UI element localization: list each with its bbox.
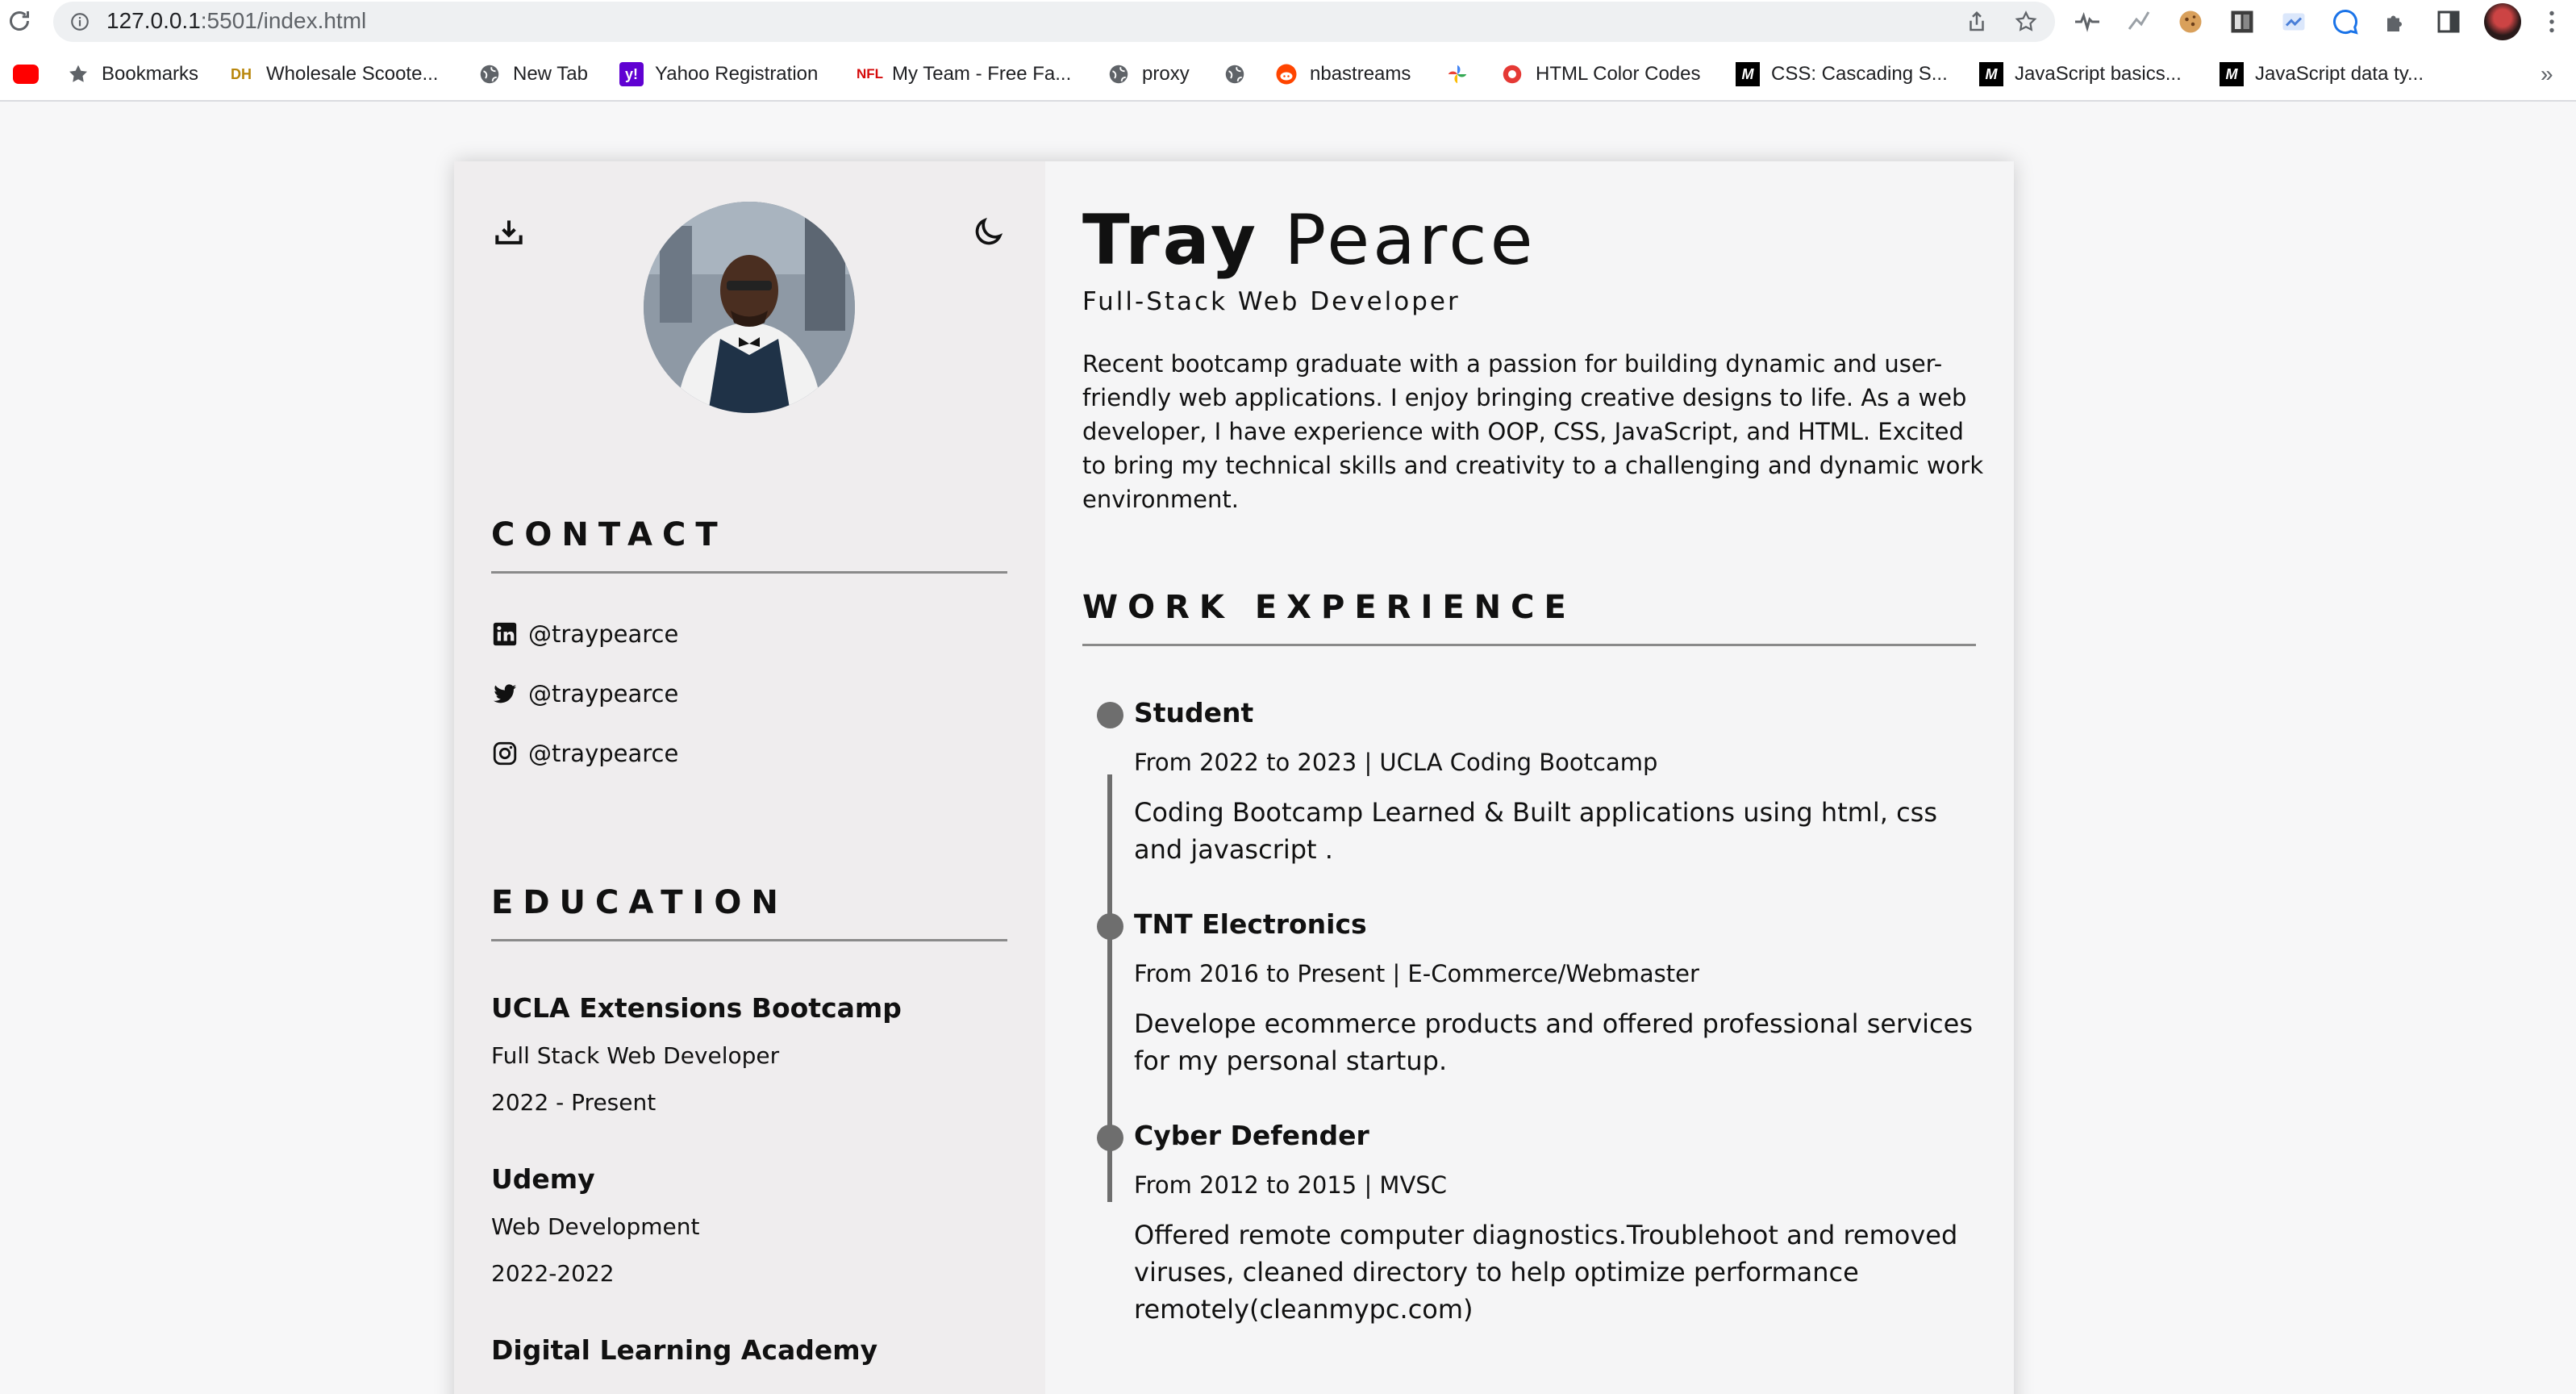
- education-dates: 2022 - Present: [491, 1089, 657, 1116]
- twitter-handle: @traypearce: [528, 680, 679, 707]
- bookmark-pinwheel[interactable]: [1445, 58, 1481, 90]
- browser-toolbar: 127.0.0.1:5501/index.html: [0, 0, 2576, 44]
- education-program: Full Stack Web Developer: [491, 1042, 780, 1069]
- education-school: Udemy: [491, 1163, 595, 1195]
- avatar: [644, 202, 855, 413]
- timeline-dot: [1097, 702, 1123, 728]
- url-text[interactable]: 127.0.0.1:5501/index.html: [106, 8, 366, 34]
- nfl-icon: NFL: [857, 66, 884, 81]
- bookmark-nbastreams[interactable]: nbastreams: [1274, 58, 1411, 90]
- job-meta: From 2016 to Present | E-Commerce/Webmas…: [1134, 960, 1699, 987]
- job-title: Student: [1134, 697, 1254, 728]
- bookmark-css-mdn[interactable]: M CSS: Cascading S...: [1736, 58, 1948, 90]
- bookmark-globe[interactable]: [1223, 58, 1258, 90]
- bookmark-wholesale-scooters[interactable]: DH Wholesale Scoote...: [231, 58, 438, 90]
- first-name: Tray: [1082, 200, 1260, 281]
- linkedin-icon: [493, 622, 517, 646]
- bookmarks-bar: Bookmarks DH Wholesale Scoote... New Tab…: [0, 44, 2576, 102]
- contact-instagram[interactable]: @traypearce: [491, 736, 678, 771]
- sidebar: CONTACT @traypearce @traypearce @traypea…: [454, 161, 1045, 1394]
- reddit-icon: [1276, 64, 1297, 85]
- bookmark-proxy[interactable]: proxy: [1107, 58, 1190, 90]
- education-dates: 2022-2022: [491, 1260, 615, 1287]
- timeline-dot: [1097, 913, 1123, 940]
- instagram-handle: @traypearce: [528, 740, 679, 767]
- globe-icon: [1225, 65, 1244, 84]
- contact-linkedin[interactable]: @traypearce: [491, 616, 678, 652]
- education-program: Web Development: [491, 1213, 700, 1240]
- star-icon: [69, 65, 87, 82]
- job-title: TNT Electronics: [1134, 908, 1367, 940]
- bookmark-yahoo-registration[interactable]: y! Yahoo Registration: [619, 58, 818, 90]
- extensions-puzzle-icon[interactable]: [2382, 7, 2411, 36]
- globe-icon: [1109, 65, 1128, 84]
- tilde-extension-icon[interactable]: [2124, 7, 2153, 36]
- address-bar[interactable]: 127.0.0.1:5501/index.html: [53, 2, 2055, 42]
- screenshot-extension-icon[interactable]: [2279, 7, 2308, 36]
- contact-divider: [491, 571, 1007, 574]
- education-heading: EDUCATION: [491, 884, 788, 921]
- cookie-extension-icon[interactable]: [2176, 7, 2205, 36]
- profile-summary: Recent bootcamp graduate with a passion …: [1082, 350, 1984, 513]
- mdn-icon: M: [1979, 62, 2003, 86]
- chat-extension-icon[interactable]: [2331, 7, 2360, 36]
- bookmark-js-basics-mdn[interactable]: M JavaScript basics...: [1979, 58, 2182, 90]
- job-description: Develope ecommerce products and offered …: [1134, 1008, 1973, 1076]
- page-viewport: CONTACT @traypearce @traypearce @traypea…: [0, 103, 2576, 1394]
- work-divider: [1082, 644, 1976, 646]
- instagram-icon: [493, 741, 517, 766]
- education-school: Digital Learning Academy: [491, 1334, 878, 1366]
- job-meta: From 2022 to 2023 | UCLA Coding Bootcamp: [1134, 749, 1658, 776]
- job-title: Cyber Defender: [1134, 1120, 1369, 1151]
- share-icon[interactable]: [1965, 10, 1989, 34]
- education-school: UCLA Extensions Bootcamp: [491, 992, 902, 1024]
- mdn-icon: M: [2220, 62, 2244, 86]
- job-role: Full-Stack Web Developer: [1082, 287, 1461, 316]
- menu-kebab-icon[interactable]: [2537, 7, 2566, 36]
- bookmark-new-tab[interactable]: New Tab: [477, 58, 588, 90]
- dark-mode-moon-icon[interactable]: [970, 215, 1006, 250]
- timeline-dot: [1097, 1125, 1123, 1151]
- linkedin-handle: @traypearce: [528, 620, 679, 648]
- mdn-icon: M: [1736, 62, 1760, 86]
- dh-icon: DH: [231, 66, 252, 82]
- bookmark-star-icon[interactable]: [2014, 10, 2038, 34]
- bookmark-folder-bookmarks[interactable]: Bookmarks: [66, 58, 198, 90]
- site-info-icon[interactable]: [69, 11, 90, 32]
- profile-avatar-icon[interactable]: [2484, 3, 2521, 40]
- color-codes-icon: [1503, 65, 1522, 84]
- job-meta: From 2012 to 2015 | MVSC: [1134, 1171, 1447, 1199]
- bookmark-html-color-codes[interactable]: HTML Color Codes: [1500, 58, 1701, 90]
- globe-icon: [480, 65, 499, 84]
- yahoo-icon: y!: [619, 62, 644, 86]
- page-title: Tray Pearce: [1082, 200, 1536, 281]
- job-description: Coding Bootcamp Learned & Built applicat…: [1134, 797, 1938, 865]
- main-content: Tray Pearce Full-Stack Web Developer Rec…: [1045, 161, 2014, 1394]
- contact-heading: CONTACT: [491, 516, 727, 553]
- download-icon[interactable]: [491, 215, 527, 250]
- pulse-extension-icon[interactable]: [2073, 7, 2102, 36]
- job-description: Offered remote computer diagnostics.Trou…: [1134, 1220, 1958, 1325]
- youtube-icon: [13, 65, 39, 84]
- reader-extension-icon[interactable]: [2228, 7, 2257, 36]
- contact-twitter[interactable]: @traypearce: [491, 676, 678, 712]
- last-name: Pearce: [1284, 200, 1536, 281]
- bookmark-js-data-types-mdn[interactable]: M JavaScript data ty...: [2220, 58, 2424, 90]
- side-panel-icon[interactable]: [2434, 7, 2463, 36]
- education-divider: [491, 939, 1007, 941]
- resume-card: CONTACT @traypearce @traypearce @traypea…: [454, 161, 2014, 1394]
- pinwheel-icon: [1448, 65, 1467, 84]
- bookmarks-overflow-button[interactable]: »: [2541, 58, 2553, 90]
- reload-icon[interactable]: [5, 6, 34, 35]
- bookmark-youtube[interactable]: [13, 58, 50, 90]
- bookmark-my-team[interactable]: NFL My Team - Free Fa...: [857, 58, 1071, 90]
- work-experience-heading: WORK EXPERIENCE: [1082, 589, 1576, 626]
- twitter-icon: [493, 684, 517, 703]
